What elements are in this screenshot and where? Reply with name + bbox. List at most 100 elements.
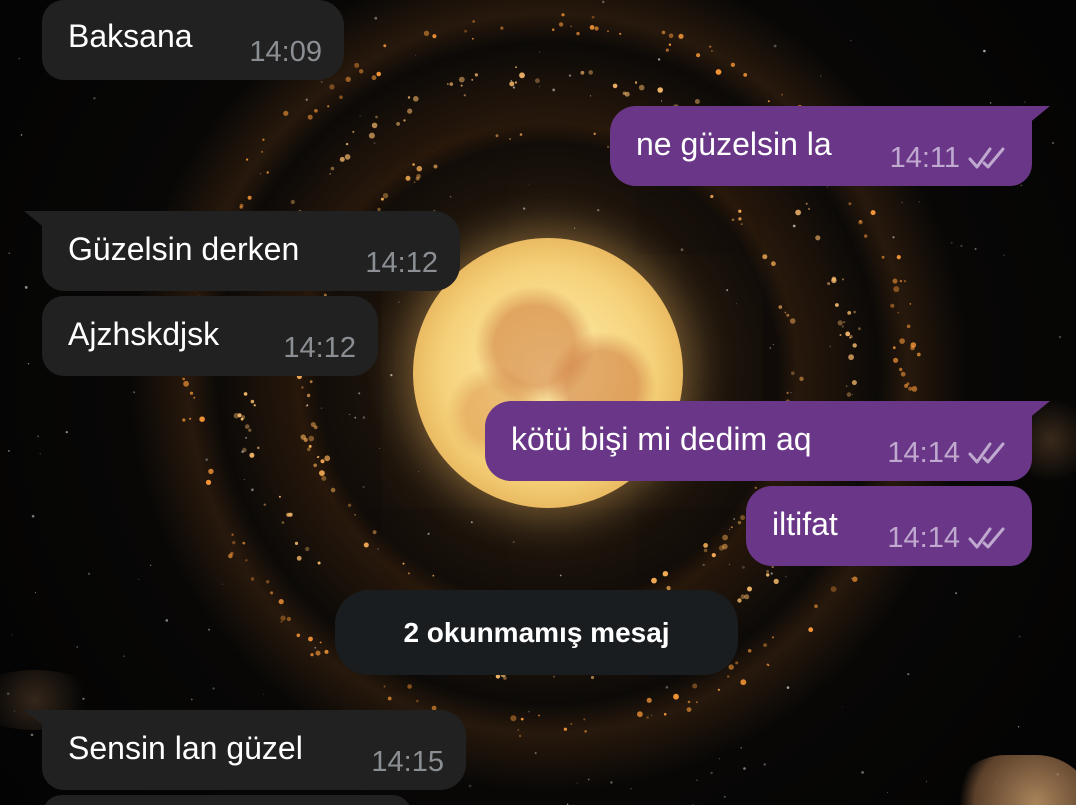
wallpaper-light-dot [344,154,351,160]
wallpaper-star [1051,141,1055,145]
wallpaper-star [918,201,920,203]
wallpaper-light-dot [446,83,449,86]
wallpaper-star [251,488,254,492]
wallpaper-light-dot [183,380,190,387]
incoming-message[interactable]: Sensin lan güzel 14:15 [24,710,466,790]
wallpaper-star [630,788,632,790]
wallpaper-light-dot [747,586,752,592]
wallpaper-light-dot [696,701,698,704]
wallpaper-light-dot [778,305,783,309]
wallpaper-light-dot [301,386,304,389]
wallpaper-light-dot [308,435,315,442]
wallpaper-light-dot [553,675,555,678]
wallpaper-light-dot [246,158,249,161]
wallpaper-light-dot [807,207,811,210]
outgoing-message[interactable]: iltifat 14:14 [746,486,1032,566]
wallpaper-star [418,471,419,473]
wallpaper-light-dot [520,717,524,721]
wallpaper-star [539,51,541,53]
outgoing-message[interactable]: ne güzelsin la 14:11 [610,106,1050,186]
wallpaper-light-dot [789,318,796,324]
wallpaper-star [610,781,613,784]
wallpaper-light-dot [354,62,360,68]
wallpaper-star [245,437,248,439]
unread-count-label: 2 okunmamış mesaj [403,617,670,648]
wallpaper-light-dot [432,34,437,39]
wallpaper-light-dot [383,685,386,688]
wallpaper-star [792,224,796,228]
incoming-message[interactable]: Güzelsin derken 14:12 [24,211,460,291]
wallpaper-light-dot [743,73,748,77]
wallpaper-light-dot [903,280,907,283]
wallpaper-light-dot [899,367,903,372]
wallpaper-light-dot [250,577,255,581]
wallpaper-light-dot [624,91,630,97]
wallpaper-light-dot [458,76,465,83]
incoming-message[interactable]: Ajzhskdjsk 14:12 [42,296,378,376]
wallpaper-light-dot [500,26,504,30]
wallpaper-light-dot [339,95,343,99]
wallpaper-light-dot [245,559,248,562]
wallpaper-light-dot [402,562,405,565]
wallpaper-light-dot [464,29,467,33]
wallpaper-light-dot [858,327,861,331]
wallpaper-star [205,458,208,461]
wallpaper-light-dot [474,73,478,77]
wallpaper-star [950,241,953,244]
wallpaper-light-dot [678,33,684,39]
wallpaper-light-dot [646,697,652,703]
wallpaper-light-dot [852,343,857,348]
wallpaper-light-dot [735,661,739,665]
wallpaper-light-dot [870,210,876,216]
wallpaper-light-dot [612,83,618,89]
wallpaper-light-dot [354,514,356,516]
wallpaper-light-dot [593,132,596,135]
wallpaper-star [861,771,864,774]
wallpaper-light-dot [250,399,255,404]
wallpaper-light-dot [830,586,837,592]
wallpaper-light-dot [403,119,406,122]
wallpaper-light-dot [686,707,692,712]
wallpaper-light-dot [773,578,779,585]
wallpaper-light-dot [893,286,900,293]
wallpaper-light-dot [320,459,325,464]
wallpaper-light-dot [375,115,378,119]
incoming-message-partial[interactable] [42,795,412,805]
wallpaper-light-dot [576,31,580,36]
wallpaper-light-dot [892,278,898,284]
incoming-message[interactable]: Baksana 14:09 [42,0,344,80]
wallpaper-light-dot [589,25,595,30]
wallpaper-light-dot [405,175,411,181]
wallpaper-light-dot [471,79,474,81]
wallpaper-star [241,450,244,454]
wallpaper-star [1017,726,1020,728]
wallpaper-light-dot [842,278,844,281]
wallpaper-star [320,407,323,409]
wallpaper-light-dot [345,76,351,83]
wallpaper-light-dot [247,195,252,200]
wallpaper-star [528,710,530,713]
wallpaper-star [30,733,34,737]
wallpaper-light-dot [372,530,377,535]
wallpaper-light-dot [709,45,712,48]
double-check-icon [968,147,1005,169]
wallpaper-star [773,44,777,48]
wallpaper-star [718,758,720,760]
wallpaper-light-dot [911,386,918,392]
wallpaper-light-dot [791,371,795,376]
wallpaper-star [989,102,992,104]
wallpaper-star [702,563,705,567]
wallpaper-light-dot [288,512,293,517]
wallpaper-light-dot [449,82,454,86]
wallpaper-light-dot [518,734,522,738]
wallpaper-light-dot [730,526,733,529]
wallpaper-star [665,686,669,689]
wallpaper-star [1024,101,1026,103]
wallpaper-light-dot [910,345,915,351]
wallpaper-light-dot [848,202,852,206]
wallpaper-light-dot [359,69,364,74]
wallpaper-star [850,577,852,580]
outgoing-message[interactable]: kötü bişi mi dedim aq 14:14 [485,401,1050,481]
wallpaper-light-dot [767,664,770,667]
wallpaper-light-dot [495,134,499,138]
